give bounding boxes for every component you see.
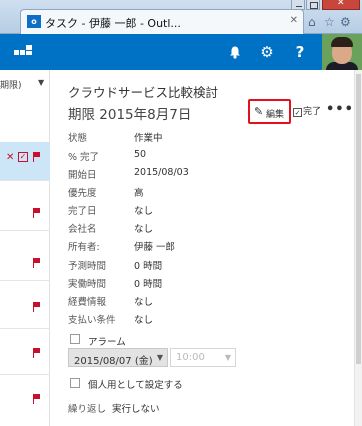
divider	[0, 374, 50, 375]
divider	[0, 280, 50, 281]
home-icon[interactable]: ⌂	[308, 15, 316, 29]
scrollbar-thumb[interactable]	[356, 74, 361, 364]
prop-value-priority: 高	[134, 188, 144, 199]
prop-value-start: 2015/08/03	[134, 167, 189, 178]
divider	[0, 328, 50, 329]
alarm-time-select[interactable]: 10:00 ▼	[170, 348, 236, 367]
maximize-button[interactable]	[306, 0, 320, 10]
prop-value-billing: なし	[134, 315, 154, 326]
flag-icon[interactable]	[32, 208, 41, 218]
prop-value-percent: 50	[134, 149, 147, 160]
prop-label-mileage: 経費情報	[68, 297, 107, 308]
tools-gear-icon[interactable]: ⚙	[340, 15, 351, 29]
outlook-icon: o	[27, 15, 41, 28]
checkbox-icon: ✓	[293, 108, 302, 117]
private-checkbox[interactable]	[70, 378, 80, 388]
mark-done-button[interactable]: ✓ 完了	[293, 104, 321, 117]
alarm-date-value: 2015/08/07 (金)	[74, 356, 153, 367]
browser-tab[interactable]: o タスク - 伊藤 一郎 - Outl... ✕	[20, 9, 304, 34]
task-detail-pane: クラウドサービス比較検討 期限 2015年8月7日 ✎ 編集 ✓ 完了 ••• 状…	[50, 70, 362, 426]
flag-icon[interactable]	[32, 258, 41, 268]
prop-label-actual: 実働時間	[68, 279, 107, 290]
done-label: 完了	[303, 107, 322, 117]
alarm-date-select[interactable]: 2015/08/07 (金) ▼	[68, 348, 168, 367]
flag-icon[interactable]	[32, 394, 41, 404]
close-window-button[interactable]	[322, 0, 360, 10]
chevron-down-icon: ▼	[156, 353, 163, 362]
bell-icon	[230, 46, 240, 59]
prop-label-billing: 支払い条件	[68, 315, 116, 326]
settings-button[interactable]: ⚙	[252, 34, 282, 70]
prop-value-company: なし	[134, 224, 154, 235]
task-list-pane: 期限) ▼ ✕ ✓	[0, 70, 50, 426]
prop-label-owner: 所有者:	[68, 242, 100, 253]
prop-value-actual: 0 時間	[134, 279, 163, 290]
private-label: 個人用として設定する	[88, 380, 183, 391]
prop-value-mileage: なし	[134, 297, 154, 308]
tab-title: タスク - 伊藤 一郎 - Outl...	[45, 17, 181, 30]
app-launcher-icon[interactable]	[14, 45, 32, 57]
app-header: ⚙ ?	[0, 34, 362, 70]
delete-icon[interactable]: ✕	[6, 152, 14, 163]
prop-label-priority: 優先度	[68, 188, 97, 199]
pencil-icon: ✎	[254, 105, 264, 118]
prop-label-start: 開始日	[68, 170, 97, 181]
prop-value-completed: なし	[134, 206, 154, 217]
chevron-down-icon: ▼	[224, 353, 231, 362]
prop-label-percent: % 完了	[68, 152, 100, 163]
edit-button[interactable]: ✎ 編集	[248, 99, 291, 124]
prop-label-estimated: 予測時間	[68, 261, 107, 272]
help-button[interactable]: ?	[285, 34, 315, 70]
prop-value-estimated: 0 時間	[134, 261, 163, 272]
task-subject: クラウドサービス比較検討	[68, 85, 219, 100]
prop-value-owner: 伊藤 一郎	[134, 242, 176, 253]
prop-label-completed: 完了日	[68, 206, 97, 217]
alarm-label: アラーム	[88, 337, 126, 348]
mark-complete-icon[interactable]: ✓	[18, 152, 28, 162]
recurrence-value: 実行しない	[112, 404, 160, 415]
tab-close-icon[interactable]: ✕	[290, 15, 298, 26]
recurrence-label: 繰り返し	[68, 404, 107, 415]
divider	[0, 180, 50, 181]
scrollbar[interactable]	[354, 70, 362, 426]
prop-label-status: 状態	[68, 133, 88, 144]
alarm-checkbox[interactable]	[70, 334, 80, 344]
edit-label: 編集	[266, 110, 285, 120]
notifications-button[interactable]	[220, 34, 250, 70]
prop-label-company: 会社名	[68, 224, 97, 235]
prop-value-status: 作業中	[134, 133, 163, 144]
alarm-time-value: 10:00	[176, 352, 205, 363]
flag-icon[interactable]	[32, 302, 41, 312]
flag-icon[interactable]	[32, 152, 41, 162]
gear-icon: ⚙	[260, 43, 274, 61]
chevron-down-icon[interactable]: ▼	[38, 78, 44, 87]
divider	[0, 230, 50, 231]
task-due-date: 期限 2015年8月7日	[68, 107, 192, 123]
flag-icon[interactable]	[32, 348, 41, 358]
help-icon: ?	[295, 43, 305, 61]
filter-dropdown[interactable]: 期限)	[0, 78, 22, 91]
favorites-star-icon[interactable]: ☆	[324, 15, 335, 29]
browser-chrome: o タスク - 伊藤 一郎 - Outl... ✕ ⌂ ☆ ⚙	[0, 0, 362, 34]
more-actions-button[interactable]: •••	[326, 102, 354, 117]
avatar[interactable]	[322, 34, 362, 70]
